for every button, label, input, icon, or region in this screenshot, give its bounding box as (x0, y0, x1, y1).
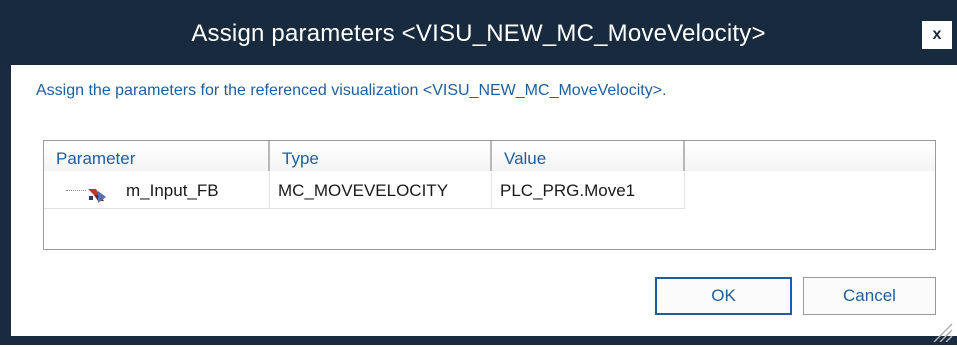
instruction-text: Assign the parameters for the referenced… (36, 82, 667, 99)
parameter-name: m_Input_FB (126, 181, 219, 200)
resize-grip-icon[interactable] (930, 320, 954, 343)
table-row[interactable]: m_Input_FB MC_MOVEVELOCITY PLC_PRG.Move1 (44, 172, 685, 209)
parameter-grid: Parameter Type Value m_Input_FB MC_MOVEV… (43, 140, 936, 250)
column-header-empty[interactable] (685, 141, 935, 171)
cell-parameter[interactable]: m_Input_FB (44, 172, 270, 209)
close-button[interactable]: x (922, 21, 952, 49)
function-block-icon (86, 181, 108, 203)
column-header-type[interactable]: Type (270, 141, 492, 171)
cancel-button[interactable]: Cancel (803, 277, 936, 315)
assign-parameters-dialog: Assign parameters <VISU_NEW_MC_MoveVeloc… (0, 0, 957, 345)
grid-header: Parameter Type Value (44, 141, 935, 171)
cell-value[interactable]: PLC_PRG.Move1 (492, 172, 685, 209)
tree-connector (66, 190, 86, 191)
dialog-title: Assign parameters <VISU_NEW_MC_MoveVeloc… (191, 20, 766, 47)
cell-type: MC_MOVEVELOCITY (270, 172, 492, 209)
column-header-parameter[interactable]: Parameter (44, 141, 270, 171)
column-header-value[interactable]: Value (492, 141, 685, 171)
ok-button[interactable]: OK (655, 277, 792, 315)
title-bar[interactable]: Assign parameters <VISU_NEW_MC_MoveVeloc… (0, 0, 957, 65)
